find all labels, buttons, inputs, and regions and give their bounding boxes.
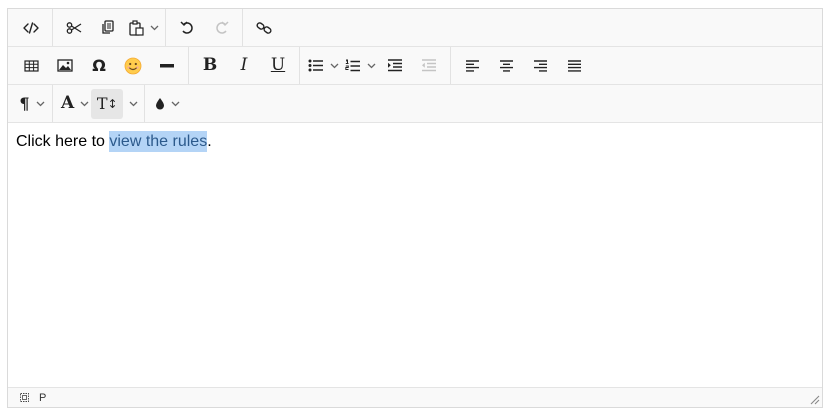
blocks-icon[interactable] bbox=[20, 393, 29, 402]
outdent-icon bbox=[422, 59, 436, 72]
image-icon bbox=[57, 59, 73, 72]
align-left-button[interactable] bbox=[455, 51, 489, 81]
chevron-down-icon[interactable] bbox=[171, 101, 180, 107]
scissors-icon bbox=[66, 21, 82, 34]
content-text: Click here to bbox=[16, 133, 110, 150]
omega-icon: Ω bbox=[92, 55, 106, 75]
outdent-button[interactable] bbox=[412, 51, 446, 81]
clipboard-icon bbox=[129, 19, 144, 36]
content-text-end: . bbox=[207, 133, 212, 150]
link-button[interactable] bbox=[247, 13, 281, 43]
rules-link[interactable]: view the rules bbox=[109, 131, 208, 152]
bullet-list-icon bbox=[308, 59, 323, 72]
source-code-button[interactable] bbox=[14, 13, 48, 43]
rich-text-editor: Ω B I U ¶ A T ↕ Click here to view the r… bbox=[7, 8, 823, 408]
redo-icon bbox=[215, 20, 229, 34]
link-icon bbox=[256, 21, 272, 34]
bold-button[interactable]: B bbox=[193, 51, 227, 81]
undo-icon bbox=[179, 20, 193, 34]
toolbar-group-clipboard bbox=[53, 9, 166, 46]
toolbar-group-lists bbox=[300, 47, 451, 84]
table-icon bbox=[23, 59, 39, 72]
bullet-list-button[interactable] bbox=[304, 51, 341, 81]
special-char-button[interactable]: Ω bbox=[82, 51, 116, 81]
numbered-list-icon bbox=[345, 59, 360, 71]
align-left-icon bbox=[465, 59, 479, 72]
align-right-button[interactable] bbox=[523, 51, 557, 81]
undo-button[interactable] bbox=[170, 13, 204, 43]
indent-icon bbox=[388, 59, 402, 72]
align-center-icon bbox=[499, 59, 513, 72]
font-size-button[interactable]: T ↕ bbox=[91, 88, 140, 119]
font-size-t-glyph: T bbox=[96, 93, 108, 113]
copy-icon bbox=[102, 20, 114, 34]
bold-icon: B bbox=[202, 55, 218, 75]
align-justify-icon bbox=[567, 59, 581, 72]
toolbar-row-1 bbox=[8, 9, 822, 47]
font-family-icon: A bbox=[61, 93, 75, 113]
toolbar-group-font: A T ↕ bbox=[53, 85, 146, 122]
status-bar: P bbox=[8, 387, 822, 407]
toolbar-group-format: B I U bbox=[189, 47, 300, 84]
chevron-down-icon[interactable] bbox=[150, 25, 159, 31]
indent-button[interactable] bbox=[378, 51, 412, 81]
align-center-button[interactable] bbox=[489, 51, 523, 81]
numbered-list-button[interactable] bbox=[341, 51, 378, 81]
redo-button[interactable] bbox=[204, 13, 238, 43]
droplet-icon bbox=[155, 98, 164, 110]
toolbar-group-history bbox=[166, 9, 243, 46]
emoji-button[interactable] bbox=[116, 51, 150, 81]
resize-handle-icon[interactable] bbox=[808, 393, 820, 405]
toolbar-group-source bbox=[10, 9, 53, 46]
toolbar-row-2: Ω B I U bbox=[8, 47, 822, 85]
underline-icon: U bbox=[270, 55, 286, 75]
minus-icon bbox=[160, 63, 174, 67]
horizontal-rule-button[interactable] bbox=[150, 51, 184, 81]
italic-button[interactable]: I bbox=[227, 51, 261, 81]
paste-button[interactable] bbox=[125, 13, 161, 43]
toolbar-group-align bbox=[451, 47, 595, 84]
align-justify-button[interactable] bbox=[557, 51, 591, 81]
italic-icon: I bbox=[240, 55, 248, 75]
element-path[interactable]: P bbox=[39, 392, 46, 404]
toolbar-row-3: ¶ A T ↕ bbox=[8, 85, 822, 123]
pilcrow-icon: ¶ bbox=[19, 93, 30, 113]
chevron-down-icon[interactable] bbox=[129, 101, 138, 107]
image-button[interactable] bbox=[48, 51, 82, 81]
toolbar-group-paragraph: ¶ bbox=[10, 85, 53, 122]
underline-button[interactable]: U bbox=[261, 51, 295, 81]
align-right-icon bbox=[533, 59, 547, 72]
paragraph-format-button[interactable]: ¶ bbox=[14, 89, 48, 119]
emoji-icon bbox=[124, 57, 142, 74]
chevron-down-icon[interactable] bbox=[80, 101, 89, 107]
toolbar-group-color bbox=[145, 85, 187, 122]
chevron-down-icon[interactable] bbox=[367, 63, 376, 69]
code-icon bbox=[23, 21, 39, 34]
toolbar-group-link bbox=[243, 9, 285, 46]
table-button[interactable] bbox=[14, 51, 48, 81]
font-size-icon: T ↕ bbox=[91, 88, 124, 119]
chevron-down-icon[interactable] bbox=[36, 101, 45, 107]
copy-button[interactable] bbox=[91, 13, 125, 43]
font-family-button[interactable]: A bbox=[57, 89, 91, 119]
editor-content-area[interactable]: Click here to view the rules. bbox=[8, 123, 822, 386]
text-color-button[interactable] bbox=[149, 89, 183, 119]
chevron-down-icon[interactable] bbox=[330, 63, 339, 69]
font-size-arrow-glyph: ↕ bbox=[107, 96, 118, 111]
toolbar-group-insert: Ω bbox=[10, 47, 189, 84]
cut-button[interactable] bbox=[57, 13, 91, 43]
